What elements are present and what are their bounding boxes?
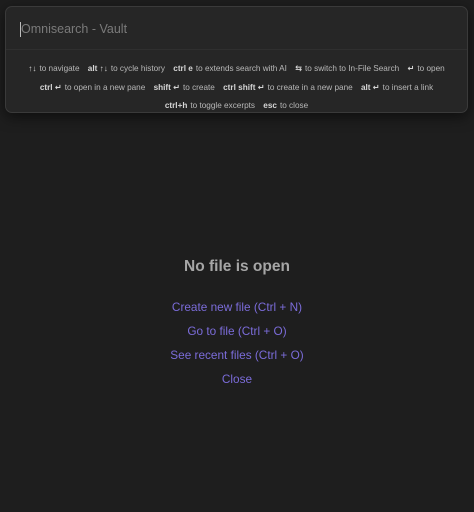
instruction-key: esc xyxy=(263,101,277,110)
instruction-open: ↵ to open xyxy=(408,60,445,79)
empty-state: No file is open Create new file (Ctrl + … xyxy=(0,258,474,391)
instruction-key: alt ↑↓ xyxy=(87,64,108,73)
empty-state-title: No file is open xyxy=(184,258,290,275)
instruction-label: to insert a link xyxy=(382,82,434,92)
instruction-key: ↑↓ xyxy=(28,64,37,73)
instruction-create: shift ↵ to create xyxy=(154,79,215,98)
instruction-extend-ai: ctrl e to extends search with AI xyxy=(173,60,287,79)
instruction-label: to switch to In-File Search xyxy=(305,64,400,73)
instruction-label: to extends search with AI xyxy=(195,64,287,73)
instruction-cycle-history: alt ↑↓ to cycle history xyxy=(88,60,165,79)
instruction-label: to open xyxy=(417,64,445,73)
instruction-label: to create xyxy=(182,82,215,92)
instruction-key: shift ↵ xyxy=(153,82,180,92)
instruction-navigate: ↑↓ to navigate xyxy=(28,60,79,79)
instruction-key: ctrl shift ↵ xyxy=(223,82,265,92)
create-new-file-link[interactable]: Create new file (Ctrl + N) xyxy=(0,295,474,319)
close-link[interactable]: Close xyxy=(0,367,474,391)
instructions-bar: ↑↓ to navigate alt ↑↓ to cycle history ctr… xyxy=(10,60,463,116)
go-to-file-link[interactable]: Go to file (Ctrl + O) xyxy=(0,319,474,343)
instruction-label: to open in a new pane xyxy=(64,82,146,92)
see-recent-files-link[interactable]: See recent files (Ctrl + O) xyxy=(0,343,474,367)
instruction-key: ctrl e xyxy=(173,64,193,73)
omnisearch-modal: ↑↓to navigate alt ↑↓to cycle history ctr… xyxy=(5,6,468,113)
instruction-close: esc to close xyxy=(263,97,308,116)
instruction-switch-infile: ⇆ to switch to In-File Search xyxy=(295,60,399,79)
search-input[interactable] xyxy=(21,22,453,36)
instruction-open-new-pane: ctrl ↵ to open in a new pane xyxy=(40,79,145,98)
modal-divider xyxy=(6,49,467,50)
instruction-label: to toggle excerpts xyxy=(190,101,255,110)
instruction-create-new-pane: ctrl shift ↵ to create in a new pane xyxy=(223,79,353,98)
instruction-insert-link: alt ↵ to insert a link xyxy=(361,79,433,98)
tab-key-icon: ⇆ xyxy=(295,64,303,73)
instruction-label: to create in a new pane xyxy=(267,82,353,92)
instruction-key: ctrl ↵ xyxy=(39,82,62,92)
instruction-label: to cycle history xyxy=(110,64,165,73)
instruction-toggle-excerpts: ctrl+h to toggle excerpts xyxy=(165,97,255,116)
search-row xyxy=(20,16,453,42)
instruction-key: ctrl+h xyxy=(164,101,188,110)
instruction-label: to close xyxy=(279,101,309,110)
instruction-label: to navigate xyxy=(39,64,80,73)
instruction-key: alt ↵ xyxy=(360,82,380,92)
enter-key-icon: ↵ xyxy=(407,64,415,73)
